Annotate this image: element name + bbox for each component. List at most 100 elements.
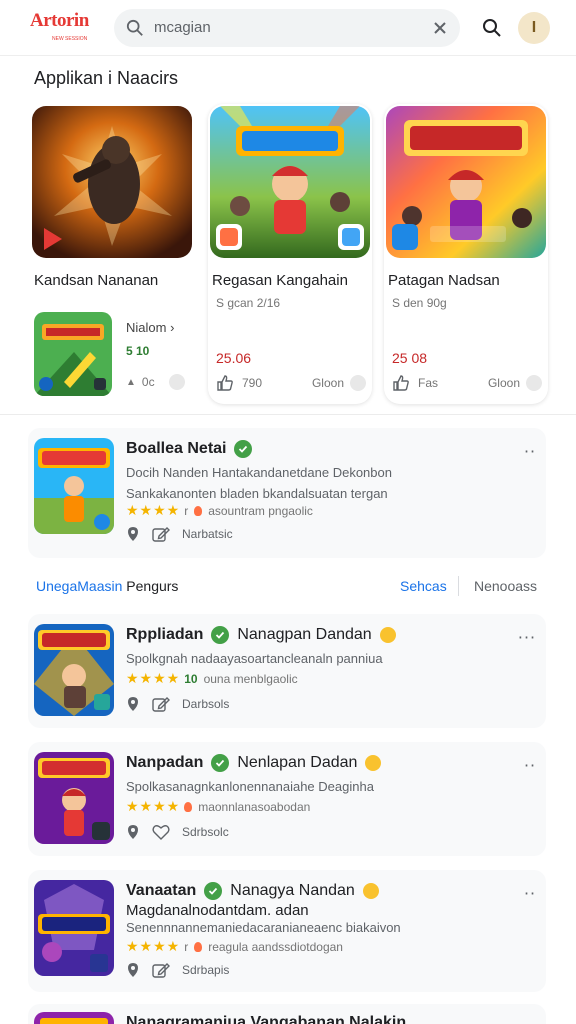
tab-main-rest: Pengurs [122, 578, 179, 594]
app-artwork [386, 106, 546, 258]
app-title-text: Nanpadan [126, 754, 204, 771]
list-item[interactable]: Rppliadan Nanagpan Dandan Spolkgnah nada… [28, 614, 546, 728]
location-pin-icon[interactable] [126, 696, 140, 712]
search-input[interactable] [154, 19, 432, 36]
heart-icon[interactable] [152, 824, 170, 840]
rating-text: ouna menblgaolic [203, 671, 298, 686]
tab-main[interactable]: UnegaMaasin Pengurs [36, 578, 178, 594]
verified-check-icon [211, 626, 230, 644]
verified-check-icon [204, 882, 223, 900]
like-count: 790 [242, 376, 263, 390]
app-title: Rppliadan Nanagpan Dandan [126, 626, 396, 644]
action-label[interactable]: Darbsols [182, 697, 229, 711]
action-label[interactable]: Sdrbapis [182, 963, 229, 977]
logo-subtitle: NEW SESSION [52, 35, 88, 42]
mini-app-value: 5 10 [126, 344, 150, 358]
app-actions: Sdrbsolc [126, 824, 229, 840]
location-pin-icon[interactable] [126, 962, 140, 978]
app-logo[interactable]: Artorin NEW SESSION [30, 10, 102, 46]
search-icon [126, 19, 143, 36]
more-options-icon[interactable]: ⋅⋅ [524, 884, 536, 904]
more-dot-icon[interactable] [168, 374, 185, 390]
app-rating: ★★★★ r reagula aandssdiotdogan [126, 938, 343, 955]
app-card[interactable]: Patagan Nadsan S den 90g 25 08 Fas Gloon [384, 104, 548, 404]
action-label[interactable]: Narbatsic [182, 527, 233, 541]
featured-app-item[interactable]: Boallea Netai Docih Nanden Hantakandanet… [28, 428, 546, 558]
app-actions: Sdrbapis [126, 962, 229, 978]
section-divider [0, 414, 576, 415]
mini-app-label: Nialom › [126, 320, 175, 335]
app-title-extra: Nanagpan Dandan [237, 626, 372, 643]
section-title: Applikan i Naacirs [34, 68, 179, 88]
star-rating-icon: ★★★★ [126, 798, 181, 814]
app-card[interactable]: Kandsan Nananan Nialom › 5 10 ▲ 0c [30, 104, 194, 404]
app-card-title: Regasan Kangahain [212, 272, 348, 289]
rating-count: 10 [184, 671, 198, 686]
app-title: Nanpadan Nenlapan Dadan [126, 754, 382, 772]
edit-icon[interactable] [152, 696, 170, 712]
app-card[interactable]: Regasan Kangahain S gcan 2/16 25.06 790 … [208, 104, 372, 404]
section-tabs: UnegaMaasin Pengurs Sehcas Nenooass [36, 574, 546, 598]
search-bar[interactable] [114, 8, 460, 47]
app-description: Spolkgnah nadaayasoartancleanaln panniua [126, 651, 383, 666]
footer-label: Gloon [311, 376, 344, 390]
list-item[interactable]: Nanpadan Nenlapan Dadan Spolkasanagnkanl… [28, 742, 546, 856]
location-pin-icon[interactable] [126, 526, 140, 542]
app-rating: ★★★★ maonnlanasoabodan [126, 798, 310, 815]
flame-icon [184, 801, 193, 812]
tab-selected[interactable]: Sehcas [400, 578, 447, 594]
app-title: Vanaatan Nanagya Nandan [126, 882, 379, 900]
star-rating-icon: ★★★★ [126, 670, 181, 686]
more-dot-icon[interactable] [526, 375, 542, 391]
app-title-text: Vanaatan [126, 882, 197, 899]
app-description-2: Sankakanonten bladen bkandalsuatan terga… [126, 486, 388, 501]
app-artwork [32, 106, 192, 258]
list-item[interactable]: Nanagramaniua Vangabanan Nalakin [28, 1004, 546, 1024]
avatar[interactable]: I [518, 11, 550, 44]
rating-text: reagula aandssdiotdogan [208, 939, 343, 954]
rating-text: asountram pngaolic [208, 503, 313, 518]
app-artwork [34, 624, 114, 716]
app-price: 25 08 [392, 350, 428, 366]
action-label[interactable]: Sdrbsolc [182, 825, 229, 839]
rating-text: maonnlanasoabodan [198, 799, 311, 814]
app-artwork [34, 312, 112, 396]
app-card-carousel: Kandsan Nananan Nialom › 5 10 ▲ 0c Regas… [30, 104, 550, 404]
more-options-icon[interactable]: ⋅⋅ [524, 442, 536, 462]
thumbs-up-icon[interactable] [392, 374, 410, 392]
app-description: Spolkasanagnkanlonennanaiahe Deaginha [126, 779, 374, 794]
flame-icon [194, 941, 203, 952]
app-description: Senennnannemaniedacaranianeaenc biakaivo… [126, 920, 401, 935]
like-count: Fas [418, 376, 439, 390]
rating-sep: r [184, 939, 189, 954]
tab-divider [458, 576, 459, 596]
rating-sep: r [184, 503, 189, 518]
app-artwork [210, 106, 370, 258]
app-card-title: Patagan Nadsan [388, 272, 500, 289]
app-price: 25.06 [216, 350, 252, 366]
verified-check-icon [211, 754, 230, 772]
emoji-icon [362, 883, 379, 899]
more-options-icon[interactable]: ⋅⋅⋅ [518, 628, 536, 648]
top-app-bar: Artorin NEW SESSION I [0, 0, 576, 56]
app-card-footer: Fas Gloon [392, 374, 542, 392]
thumbs-up-icon[interactable] [216, 374, 234, 392]
tab-other[interactable]: Nenooass [474, 578, 537, 594]
tab-main-accent: UnegaMaasin [36, 578, 123, 594]
app-artwork [34, 880, 114, 976]
close-icon[interactable] [432, 20, 448, 36]
search-button[interactable] [476, 12, 508, 44]
edit-icon[interactable] [152, 526, 170, 542]
app-artwork [34, 438, 114, 534]
more-dot-icon[interactable] [350, 375, 366, 391]
emoji-icon [379, 627, 396, 643]
list-item[interactable]: Vanaatan Nanagya Nandan Magdanalnodantda… [28, 870, 546, 992]
star-rating-icon: ★★★★ [126, 502, 181, 518]
more-options-icon[interactable]: ⋅⋅ [524, 756, 536, 776]
edit-icon[interactable] [152, 962, 170, 978]
location-pin-icon[interactable] [126, 824, 140, 840]
app-title-extra: Nenlapan Dadan [237, 754, 358, 771]
app-actions: Narbatsic [126, 526, 233, 542]
triangle-icon: ▲ [126, 376, 136, 388]
app-rating: ★★★★ r asountram pngaolic [126, 502, 313, 519]
